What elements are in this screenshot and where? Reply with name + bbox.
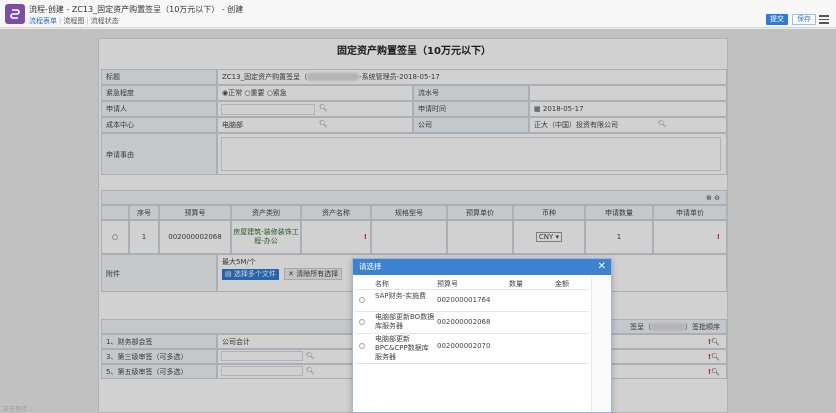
item-name: 电脑部更新BPC&CPP数据库服务器 — [375, 335, 429, 361]
item-budget: 002000001764 — [437, 296, 491, 304]
select-dialog: 请选择 ✕ 名称 预算号 数量 金额 SAP财务-实施费 00200000176… — [352, 258, 612, 413]
save-button[interactable]: 保存 — [792, 14, 816, 25]
window-title: 流程-创建 - ZC13_固定资产购置签呈（10万元以下） - 创建 — [29, 5, 244, 14]
row-radio[interactable] — [359, 297, 365, 303]
item-name: 电脑部更新BO数据库服务器 — [375, 313, 435, 330]
app-logo-icon — [5, 4, 25, 24]
dialog-scrollbar[interactable] — [591, 277, 611, 412]
col-qty: 数量 — [509, 280, 523, 288]
col-name: 名称 — [375, 280, 389, 288]
item-budget: 002000002070 — [437, 342, 491, 350]
dialog-title: 请选择 — [359, 262, 382, 271]
col-amount: 金额 — [555, 280, 569, 288]
row-radio[interactable] — [359, 319, 365, 325]
close-icon[interactable]: ✕ — [598, 259, 606, 275]
tab-status[interactable]: 流程状态 — [91, 17, 119, 25]
subnav: 流程表单 | 流程图 | 流程状态 — [29, 17, 119, 25]
item-name: SAP财务-实施费 — [375, 292, 427, 300]
submit-button[interactable]: 提交 — [766, 14, 788, 25]
col-budget: 预算号 — [437, 280, 458, 288]
menu-icon[interactable] — [818, 13, 830, 25]
row-radio[interactable] — [359, 343, 365, 349]
tab-flowchart[interactable]: 流程图 — [63, 17, 84, 25]
status-bar: 正在等待 ... — [3, 406, 35, 413]
tab-form[interactable]: 流程表单 — [29, 17, 57, 25]
dialog-header: 请选择 ✕ — [353, 259, 611, 275]
item-budget: 002000002068 — [437, 318, 491, 326]
window-topbar: 流程-创建 - ZC13_固定资产购置签呈（10万元以下） - 创建 流程表单 |… — [0, 0, 836, 28]
